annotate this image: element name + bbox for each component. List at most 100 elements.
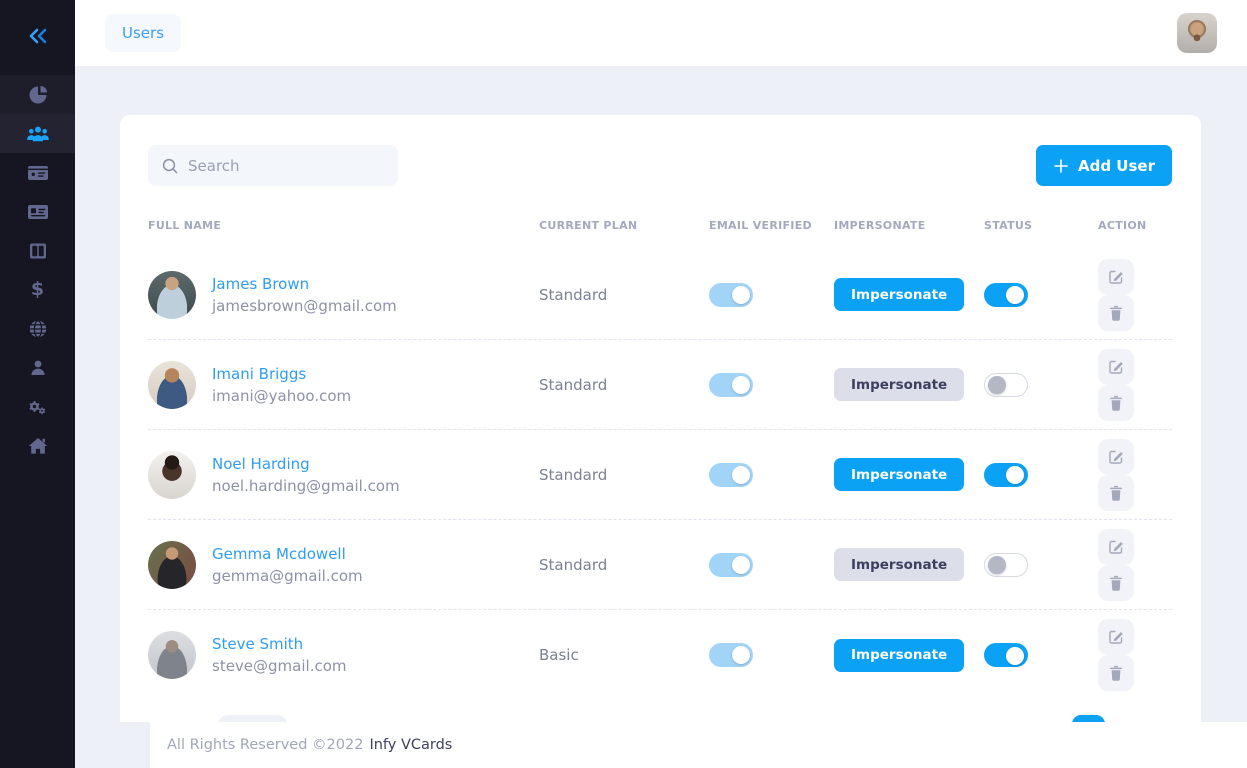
impersonate-button[interactable]: Impersonate (834, 458, 964, 491)
current-plan-value: Standard (539, 286, 709, 304)
search-input[interactable] (188, 157, 385, 175)
toggle-knob (732, 556, 750, 574)
user-cell: Gemma Mcdowell gemma@gmail.com (148, 541, 539, 589)
search-box (148, 145, 398, 186)
column-header-action: ACTION (1098, 219, 1172, 232)
user-cell: Imani Briggs imani@yahoo.com (148, 361, 539, 409)
impersonate-button[interactable]: Impersonate (834, 368, 964, 401)
sidebar-item-dashboard[interactable] (0, 75, 75, 114)
trash-icon (1109, 665, 1123, 681)
sidebar-item-contacts[interactable] (0, 192, 75, 231)
toggle-knob (1006, 466, 1024, 484)
pagination (148, 700, 1172, 722)
edit-button[interactable] (1098, 259, 1134, 295)
delete-button[interactable] (1098, 295, 1134, 331)
top-bar: Users (75, 0, 1247, 66)
edit-button[interactable] (1098, 529, 1134, 565)
edit-button[interactable] (1098, 349, 1134, 385)
sidebar-item-users[interactable] (0, 114, 75, 153)
gears-icon (26, 396, 50, 418)
user-avatar (148, 451, 196, 499)
user-name-link[interactable]: Gemma Mcdowell (212, 545, 363, 563)
trash-icon (1109, 395, 1123, 411)
impersonate-button[interactable]: Impersonate (834, 278, 964, 311)
toggle-knob (732, 376, 750, 394)
status-toggle[interactable] (984, 463, 1028, 487)
sidebar-item-billing[interactable]: $ (0, 270, 75, 309)
table-row: Noel Harding noel.harding@gmail.com Stan… (148, 430, 1172, 520)
status-toggle[interactable] (984, 283, 1028, 307)
user-name-link[interactable]: Noel Harding (212, 455, 400, 473)
email-verified-toggle[interactable] (709, 463, 753, 487)
column-header-impersonate: IMPERSONATE (834, 219, 984, 232)
table-row: Gemma Mcdowell gemma@gmail.com Standard … (148, 520, 1172, 610)
users-card: Add User FULL NAME CURRENT PLAN EMAIL VE… (120, 115, 1201, 722)
delete-button[interactable] (1098, 385, 1134, 421)
user-email: jamesbrown@gmail.com (212, 297, 397, 315)
sidebar-collapse-button[interactable] (0, 0, 75, 75)
sidebar-item-settings[interactable] (0, 387, 75, 426)
footer-copyright: All Rights Reserved ©2022 (167, 737, 363, 753)
users-icon (25, 124, 51, 144)
status-toggle[interactable] (984, 373, 1028, 397)
pagination-previous-button[interactable] (218, 715, 287, 722)
delete-button[interactable] (1098, 475, 1134, 511)
user-icon (28, 358, 48, 378)
id-card-icon (26, 163, 50, 183)
pie-chart-icon (27, 84, 49, 106)
user-avatar (148, 631, 196, 679)
impersonate-button[interactable]: Impersonate (834, 639, 964, 672)
user-avatar (148, 541, 196, 589)
delete-button[interactable] (1098, 655, 1134, 691)
impersonate-button[interactable]: Impersonate (834, 548, 964, 581)
trash-icon (1109, 575, 1123, 591)
toggle-knob (988, 376, 1006, 394)
email-verified-toggle[interactable] (709, 553, 753, 577)
user-name-link[interactable]: Steve Smith (212, 635, 347, 653)
status-toggle[interactable] (984, 643, 1028, 667)
user-name-link[interactable]: Imani Briggs (212, 365, 351, 383)
content-area: Add User FULL NAME CURRENT PLAN EMAIL VE… (75, 66, 1247, 722)
sidebar-item-templates[interactable] (0, 231, 75, 270)
edit-pencil-icon (1108, 629, 1124, 645)
user-cell: James Brown jamesbrown@gmail.com (148, 271, 539, 319)
sidebar-item-home[interactable] (0, 426, 75, 465)
user-cell: Steve Smith steve@gmail.com (148, 631, 539, 679)
user-avatar (148, 361, 196, 409)
table-toolbar: Add User (148, 145, 1172, 186)
user-email: imani@yahoo.com (212, 387, 351, 405)
search-icon (161, 157, 179, 175)
edit-button[interactable] (1098, 619, 1134, 655)
toggle-knob (732, 466, 750, 484)
toggle-knob (1006, 647, 1024, 665)
email-verified-toggle[interactable] (709, 283, 753, 307)
breadcrumb[interactable]: Users (105, 14, 181, 52)
profile-avatar[interactable] (1177, 13, 1217, 53)
app-window: $ Users (0, 0, 1247, 768)
current-plan-value: Standard (539, 376, 709, 394)
add-user-button[interactable]: Add User (1036, 145, 1172, 186)
sidebar-item-vcards[interactable] (0, 153, 75, 192)
email-verified-toggle[interactable] (709, 373, 753, 397)
user-email: steve@gmail.com (212, 657, 347, 675)
toggle-knob (1006, 286, 1024, 304)
sidebar-item-account[interactable] (0, 348, 75, 387)
sidebar-item-domains[interactable] (0, 309, 75, 348)
delete-button[interactable] (1098, 565, 1134, 601)
email-verified-toggle[interactable] (709, 643, 753, 667)
footer-brand: Infy VCards (369, 737, 452, 753)
edit-button[interactable] (1098, 439, 1134, 475)
globe-icon (27, 318, 49, 340)
pagination-current-page-button[interactable] (1072, 715, 1105, 722)
toggle-knob (732, 286, 750, 304)
toggle-knob (732, 646, 750, 664)
edit-pencil-icon (1108, 269, 1124, 285)
user-email: gemma@gmail.com (212, 567, 363, 585)
sidebar: $ (0, 0, 75, 768)
current-plan-value: Standard (539, 556, 709, 574)
table-header: FULL NAME CURRENT PLAN EMAIL VERIFIED IM… (148, 219, 1172, 250)
footer: All Rights Reserved ©2022 Infy VCards (150, 722, 1247, 768)
user-name-link[interactable]: James Brown (212, 275, 397, 293)
user-avatar (148, 271, 196, 319)
status-toggle[interactable] (984, 553, 1028, 577)
